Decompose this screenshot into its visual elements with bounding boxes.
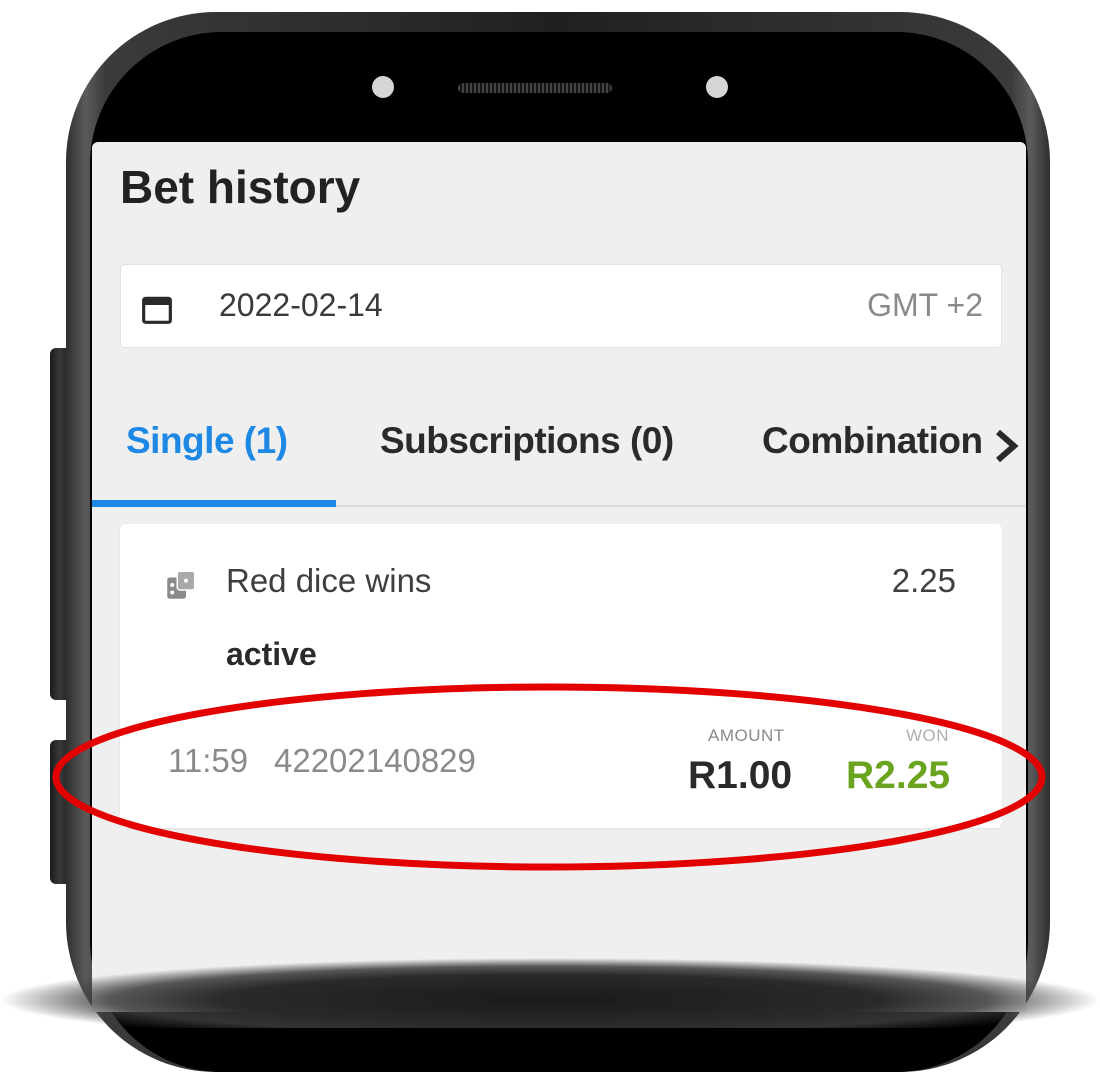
page-title: Bet history: [120, 161, 361, 213]
bet-type-tabs: Single (1) Subscriptions (0) Combination: [92, 404, 1026, 508]
tab-single[interactable]: Single (1): [126, 420, 288, 462]
app-screen: Bet history 2022-02-14 GMT +2 Single (1)…: [92, 142, 1026, 1012]
tab-combination[interactable]: Combination: [762, 420, 983, 462]
date-value: 2022-02-14: [219, 287, 383, 323]
active-tab-indicator: [92, 500, 336, 507]
camera-icon: [372, 76, 394, 98]
amount-value: R1.00: [688, 754, 793, 797]
bet-card[interactable]: Red dice wins 2.25 active 11:59 42202140…: [120, 524, 1002, 828]
chevron-right-icon[interactable]: [992, 426, 1020, 466]
timezone-label: GMT +2: [867, 287, 983, 323]
tab-subscriptions[interactable]: Subscriptions (0): [380, 420, 674, 462]
phone-bottom-shadow: [0, 958, 1100, 1028]
calendar-icon: [142, 296, 172, 324]
won-label: WON: [906, 726, 950, 745]
won-value: R2.25: [846, 754, 951, 797]
amount-label: AMOUNT: [708, 726, 785, 745]
sensor-icon: [706, 76, 728, 98]
bet-selection-name: Red dice wins: [226, 562, 432, 599]
phone-notch: [332, 40, 768, 120]
bet-time: 11:59: [168, 742, 249, 779]
speaker-grille: [458, 83, 612, 93]
date-picker-field[interactable]: 2022-02-14 GMT +2: [120, 264, 1002, 348]
bet-status: active: [226, 636, 317, 672]
bet-id: 42202140829: [274, 742, 476, 779]
dice-icon: [167, 570, 196, 599]
bet-odds: 2.25: [891, 562, 956, 599]
